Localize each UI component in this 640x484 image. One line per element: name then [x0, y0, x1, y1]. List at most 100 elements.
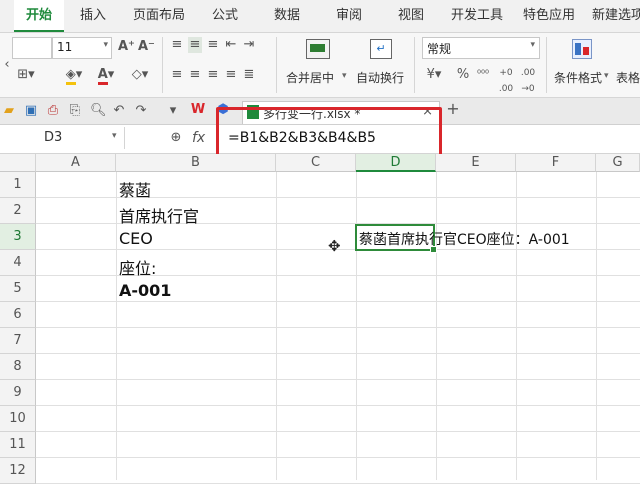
- row-header-10[interactable]: 10: [0, 406, 36, 432]
- redo-icon[interactable]: ↷: [134, 103, 148, 119]
- align-top-icon[interactable]: ≡: [170, 37, 184, 53]
- font-color-icon[interactable]: A▾: [94, 67, 118, 85]
- row-header-1[interactable]: 1: [0, 172, 36, 198]
- number-format-select[interactable]: 常规 ▾: [422, 37, 540, 59]
- column-header-e[interactable]: E: [436, 154, 516, 172]
- column-header-g[interactable]: G: [596, 154, 640, 172]
- align-left-icon[interactable]: ≡: [170, 67, 184, 83]
- distribute-icon[interactable]: ≣: [242, 67, 256, 83]
- conditional-format-icon: [572, 39, 592, 59]
- clear-format-icon[interactable]: ◇▾: [128, 67, 152, 83]
- zoom-icon[interactable]: ⊕: [168, 130, 184, 146]
- justify-icon[interactable]: ≡: [224, 67, 238, 83]
- indent-decrease-icon[interactable]: ⇤: [224, 37, 238, 53]
- name-box[interactable]: D3 ▾: [0, 127, 125, 149]
- column-header-c[interactable]: C: [276, 154, 356, 172]
- print-preview-icon[interactable]: 🔍︎: [90, 103, 107, 119]
- align-right-icon[interactable]: ≡: [206, 67, 220, 83]
- merge-center-icon: [306, 39, 330, 59]
- row-header-7[interactable]: 7: [0, 328, 36, 354]
- font-size-box[interactable]: 11 ▾: [52, 37, 112, 59]
- select-all-corner[interactable]: [0, 154, 36, 172]
- gridline: [36, 301, 640, 302]
- tab-review[interactable]: 审阅: [326, 0, 372, 32]
- cell-b4[interactable]: 座位:: [119, 255, 156, 279]
- name-box-value: D3: [44, 130, 63, 145]
- column-header-f[interactable]: F: [516, 154, 596, 172]
- chevron-down-icon: ▾: [604, 71, 609, 81]
- chevron-down-icon: ▾: [112, 131, 117, 141]
- cell-b2[interactable]: 首席执行官: [119, 203, 199, 227]
- gridline: [36, 405, 640, 406]
- row-header-12[interactable]: 12: [0, 458, 36, 484]
- separator: [162, 37, 163, 93]
- align-middle-icon[interactable]: ≡: [188, 37, 202, 53]
- merge-center-button[interactable]: 合并居中 ▾: [284, 35, 348, 93]
- font-shrink-icon[interactable]: A⁻: [138, 39, 155, 55]
- new-tab-plus-icon[interactable]: +: [446, 101, 460, 117]
- tab-formulas[interactable]: 公式: [202, 0, 248, 32]
- tab-new-option[interactable]: 新建选项: [588, 0, 640, 32]
- wrap-text-label: 自动换行: [356, 71, 405, 85]
- row-header-5[interactable]: 5: [0, 276, 36, 302]
- row-header-9[interactable]: 9: [0, 380, 36, 406]
- gridline: [36, 353, 640, 354]
- gridline: [596, 172, 597, 480]
- separator: [546, 37, 547, 93]
- row-header-11[interactable]: 11: [0, 432, 36, 458]
- conditional-format-label: 条件格式: [554, 71, 603, 85]
- cell-d3[interactable]: 蔡菡首席执行官CEO座位：A-001: [359, 229, 570, 249]
- ribbon-toolbar: ‹ 11 ▾ A⁺ A⁻ ⊞▾ ◈▾ A▾ ◇▾ ≡ ≡ ≡ ⇤ ⇥ ≡ ≡ ≡…: [0, 33, 640, 98]
- increase-decimal-icon[interactable]: +0.00: [498, 65, 514, 97]
- ribbon-scroll-left-icon[interactable]: ‹: [2, 57, 12, 73]
- column-header-d[interactable]: D: [356, 154, 436, 172]
- fill-color-icon[interactable]: ◈▾: [62, 67, 86, 85]
- separator: [414, 37, 415, 93]
- table-style-label[interactable]: 表格: [616, 69, 640, 86]
- row-header-6[interactable]: 6: [0, 302, 36, 328]
- conditional-format-button[interactable]: 条件格式 ▾: [552, 35, 612, 93]
- border-icon[interactable]: ⊞▾: [14, 67, 38, 83]
- save-icon[interactable]: ▣: [24, 103, 38, 119]
- decrease-decimal-icon[interactable]: .00 →0: [520, 65, 536, 97]
- tab-developer[interactable]: 开发工具: [446, 0, 508, 32]
- gridline: [356, 172, 357, 480]
- column-header-a[interactable]: A: [36, 154, 116, 172]
- wps-logo-icon[interactable]: W: [190, 102, 206, 118]
- formula-highlight-box: [216, 107, 442, 161]
- font-name-box[interactable]: [12, 37, 52, 59]
- thousands-icon[interactable]: ⁰⁰⁰: [476, 67, 490, 83]
- currency-icon[interactable]: ¥▾: [424, 67, 444, 83]
- indent-increase-icon[interactable]: ⇥: [242, 37, 256, 53]
- undo-icon[interactable]: ↶: [112, 103, 126, 119]
- font-size-value: 11: [57, 40, 73, 54]
- fx-icon[interactable]: fx: [192, 130, 205, 146]
- row-header-3[interactable]: 3: [0, 224, 36, 250]
- export-pdf-icon[interactable]: ⎙: [46, 103, 60, 119]
- row-header-2[interactable]: 2: [0, 198, 36, 224]
- tab-insert[interactable]: 插入: [70, 0, 116, 32]
- tab-view[interactable]: 视图: [388, 0, 434, 32]
- gridline: [36, 379, 640, 380]
- wrap-text-button[interactable]: ↵ 自动换行: [352, 35, 412, 93]
- tab-special[interactable]: 特色应用: [518, 0, 580, 32]
- tab-page-layout[interactable]: 页面布局: [126, 0, 192, 32]
- cell-b1[interactable]: 蔡菡: [119, 177, 151, 201]
- chevron-down-icon[interactable]: ▾: [166, 103, 180, 119]
- align-bottom-icon[interactable]: ≡: [206, 37, 220, 53]
- align-center-icon[interactable]: ≡: [188, 67, 202, 83]
- print-icon[interactable]: ⎘: [68, 103, 82, 119]
- row-header-4[interactable]: 4: [0, 250, 36, 276]
- tab-data[interactable]: 数据: [264, 0, 310, 32]
- open-folder-icon[interactable]: ▰: [2, 103, 16, 119]
- chevron-down-icon: ▾: [530, 40, 535, 50]
- row-header-8[interactable]: 8: [0, 354, 36, 380]
- ribbon-tab-bar: 开始 插入 页面布局 公式 数据 审阅 视图 开发工具 特色应用 新建选项: [0, 0, 640, 33]
- tab-home[interactable]: 开始: [14, 0, 64, 32]
- column-header-b[interactable]: B: [116, 154, 276, 172]
- cell-b3[interactable]: CEO: [119, 229, 153, 248]
- cell-b5[interactable]: A-001: [119, 281, 171, 300]
- font-grow-icon[interactable]: A⁺: [118, 39, 135, 55]
- percent-icon[interactable]: %: [456, 67, 470, 83]
- cursor-cross-icon: ✥: [328, 237, 341, 255]
